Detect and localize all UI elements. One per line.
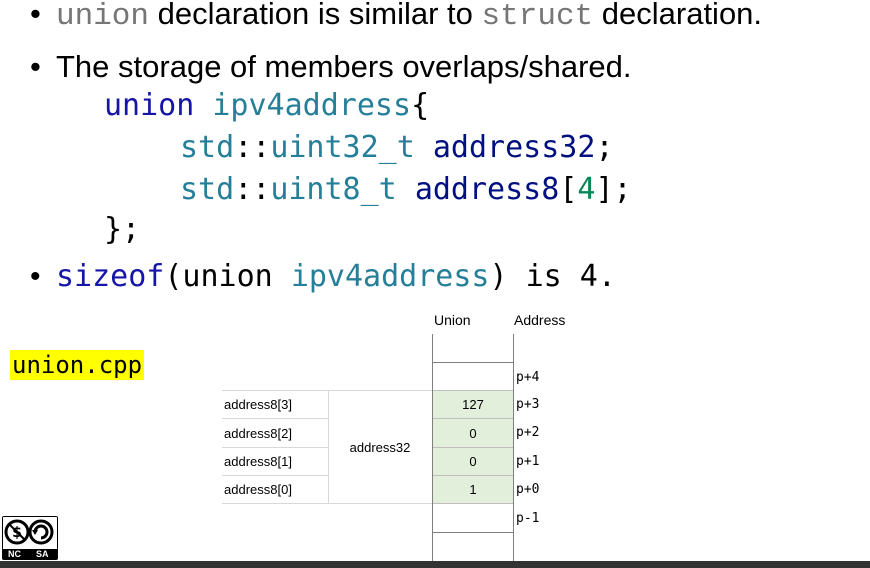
address-label: p-1 [516,511,540,526]
address-label: p+2 [516,425,540,440]
cc-by-nc-sa-icon: $ NC SA [2,516,58,560]
header-address: Address [514,312,566,328]
union-line-top [432,362,514,363]
byte-value: 1 [469,482,477,497]
byte-value: 0 [469,425,477,441]
address-label: p+0 [516,482,540,497]
bottom-bar [0,561,870,568]
address-label: p+1 [516,454,540,469]
member32-label: address32 [349,439,411,455]
sa-label: SA [36,549,49,559]
bullet-storage: • The storage of members overlaps/shared. [30,49,632,84]
code-line-3: std::uint8_t address8[4]; [180,172,632,207]
member-label: address8[1] [224,454,292,469]
member-label: address8[2] [224,425,292,441]
byte-value: 0 [469,454,477,469]
member-label: address8[3] [224,397,292,412]
byte-value: 127 [462,397,484,412]
kw-struct: struct [481,0,594,34]
union-line-bottom [432,532,514,533]
bullet-sizeof: • sizeof(union ipv4address) is 4. [30,259,616,294]
bullet-union-declaration: • union declaration is similar to struct … [30,0,763,34]
code-line-1: union ipv4address{ [104,88,430,123]
nc-label: NC [8,549,21,559]
address-label: p+3 [516,397,540,412]
union-right-border [513,334,514,561]
member-label: address8[0] [224,482,292,497]
header-union: Union [434,312,471,328]
kw-union: union [56,0,150,34]
address-label: p+4 [516,370,540,385]
code-line-4: }; [104,212,141,247]
code-line-2: std::uint32_t address32; [180,130,614,165]
file-label-union-cpp: union.cpp [10,350,145,380]
